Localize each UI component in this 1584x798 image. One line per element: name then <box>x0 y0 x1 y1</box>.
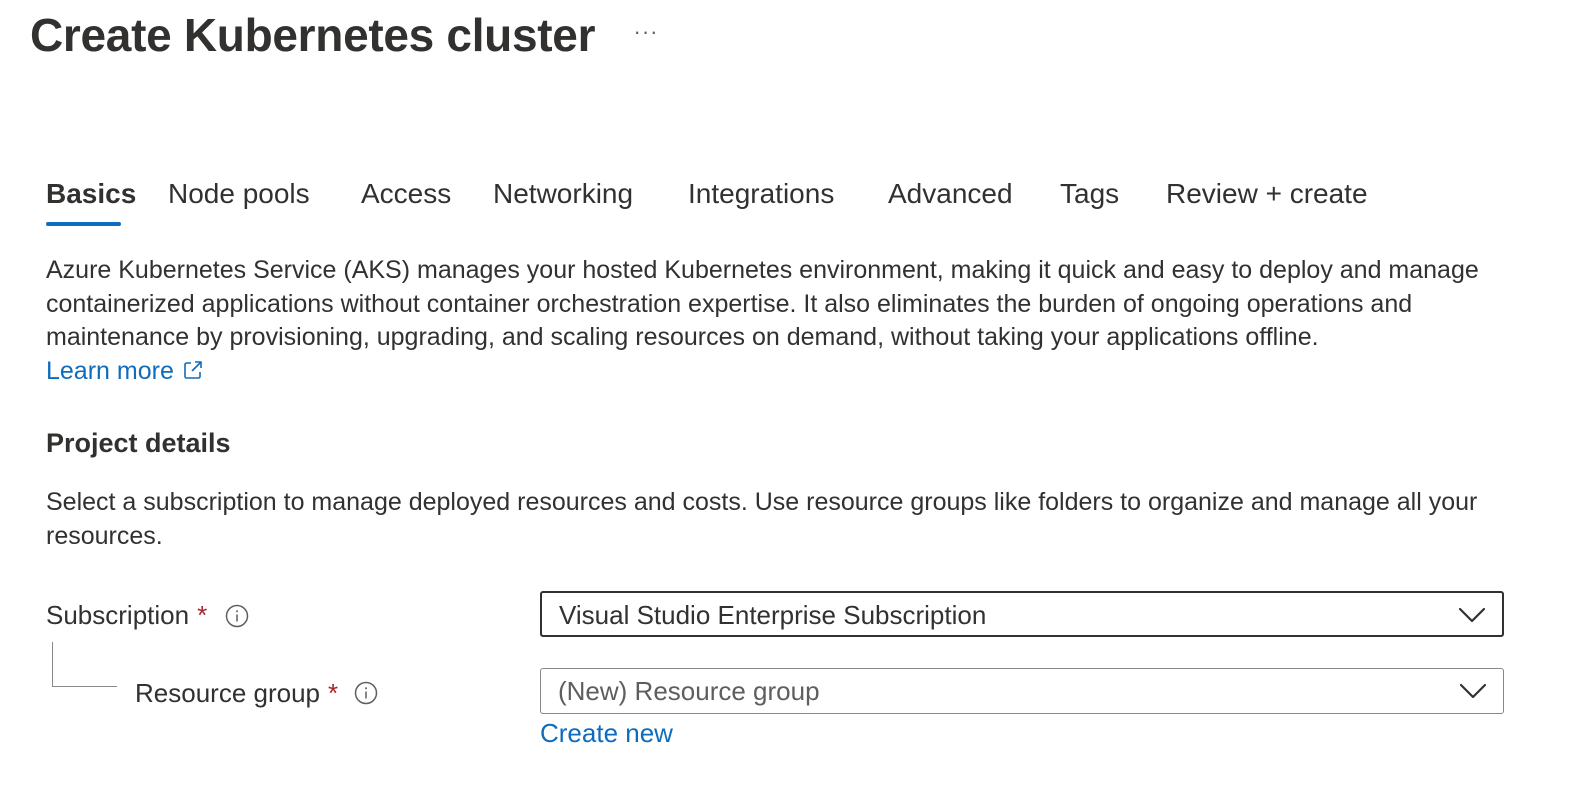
intro-description: Azure Kubernetes Service (AKS) manages y… <box>46 256 1479 351</box>
tab-review-create[interactable]: Review + create <box>1166 172 1368 216</box>
info-icon[interactable] <box>225 604 249 628</box>
subscription-label-text: Subscription <box>46 600 190 630</box>
tab-access[interactable]: Access <box>361 172 451 216</box>
required-indicator: * <box>328 678 339 708</box>
chevron-down-icon <box>1458 607 1486 623</box>
subscription-dropdown[interactable]: Visual Studio Enterprise Subscription <box>540 591 1504 637</box>
tab-label: Access <box>361 178 452 209</box>
tab-basics[interactable]: Basics <box>46 172 137 226</box>
tab-label: Tags <box>1060 178 1120 209</box>
chevron-down-icon <box>1459 683 1487 699</box>
resource-group-label: Resource group * <box>135 676 338 710</box>
info-icon[interactable] <box>354 681 378 705</box>
active-tab-indicator <box>46 222 121 226</box>
tab-label: Networking <box>493 178 634 209</box>
section-heading-project-details: Project details <box>46 428 231 458</box>
subscription-selected-value: Visual Studio Enterprise Subscription <box>559 600 987 630</box>
tab-label: Basics <box>46 178 137 209</box>
project-details-description: Select a subscription to manage deployed… <box>46 488 1478 550</box>
tab-label: Node pools <box>168 178 310 209</box>
learn-more-link[interactable]: Learn more <box>46 354 204 388</box>
resource-group-dropdown[interactable]: (New) Resource group <box>540 668 1504 714</box>
required-indicator: * <box>197 600 208 630</box>
ellipsis-icon: ··· <box>633 19 659 44</box>
more-options-button[interactable]: ··· <box>628 19 664 52</box>
resource-group-selected-value: (New) Resource group <box>558 676 820 706</box>
tab-tags[interactable]: Tags <box>1060 172 1119 216</box>
external-link-icon <box>184 361 202 379</box>
tab-networking[interactable]: Networking <box>493 172 633 216</box>
page-title: Create Kubernetes cluster <box>30 9 596 61</box>
tab-node-pools[interactable]: Node pools <box>168 172 310 216</box>
tab-label: Integrations <box>688 178 835 209</box>
tab-integrations[interactable]: Integrations <box>688 172 834 216</box>
learn-more-label: Learn more <box>46 357 174 385</box>
tab-label: Advanced <box>888 178 1013 209</box>
hierarchy-connector <box>52 642 117 687</box>
resource-group-label-text: Resource group <box>135 678 320 708</box>
subscription-label: Subscription * <box>46 598 207 632</box>
create-new-resource-group-link[interactable]: Create new <box>540 716 673 750</box>
tab-advanced[interactable]: Advanced <box>888 172 1013 216</box>
tab-label: Review + create <box>1166 178 1368 209</box>
